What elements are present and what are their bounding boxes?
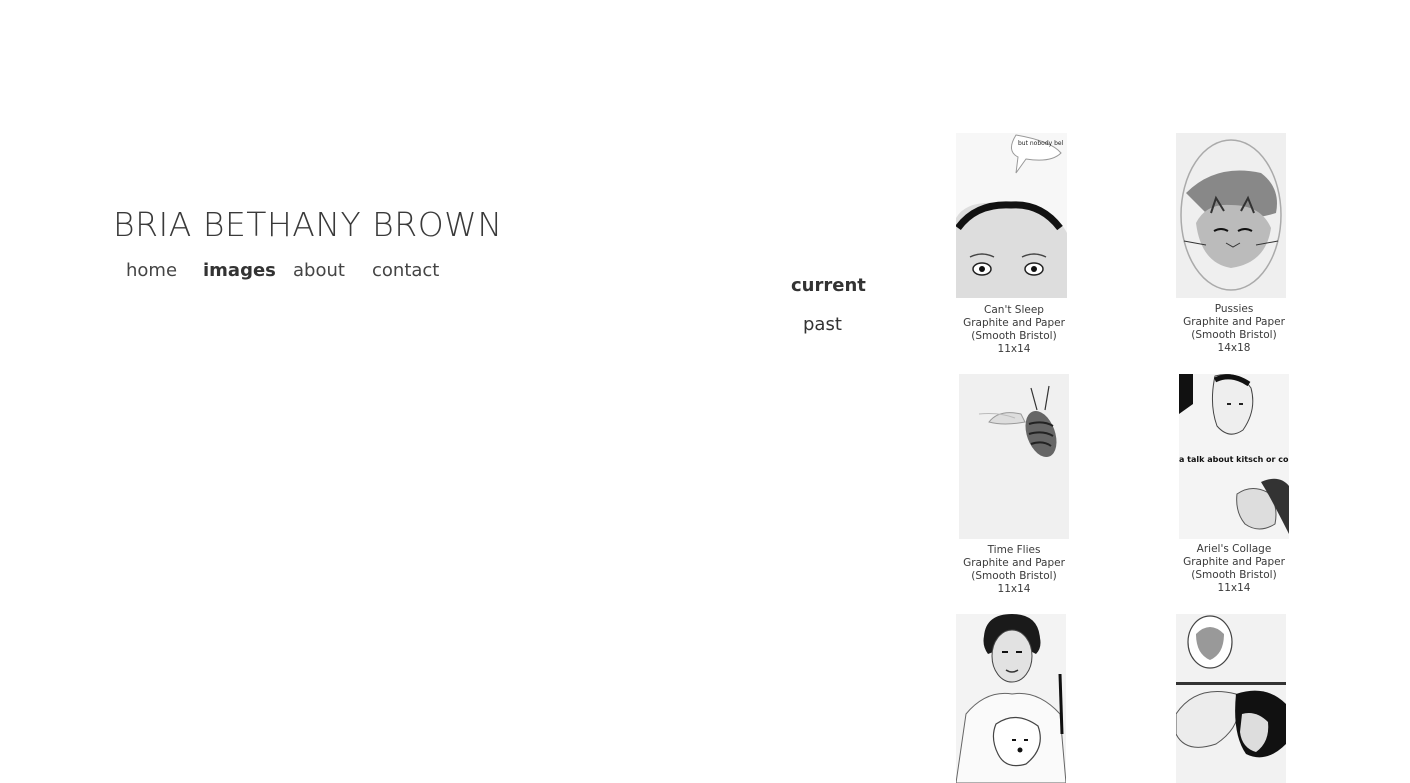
artwork-title: Ariel's Collage: [1196, 543, 1272, 555]
nav-contact[interactable]: contact: [372, 260, 439, 281]
portrait-sketch-image: but nobody bel: [956, 133, 1067, 298]
artwork-thumbnail-ariels-collage[interactable]: a talk about kitsch or co: [1179, 374, 1289, 539]
artwork-paper: (Smooth Bristol): [1191, 329, 1277, 341]
artwork-caption: Can't Sleep Graphite and Paper (Smooth B…: [944, 304, 1084, 356]
artwork-thumbnail-pussies[interactable]: [1176, 133, 1286, 298]
artwork-title: Pussies: [1214, 303, 1254, 315]
site-title: BRIA BETHANY BROWN: [113, 205, 503, 244]
artwork-size: 11x14: [997, 343, 1031, 355]
artwork-medium: Graphite and Paper: [963, 557, 1065, 569]
woman-with-dog-sketch-image: [956, 614, 1066, 783]
artwork-caption: Time Flies Graphite and Paper (Smooth Br…: [944, 544, 1084, 596]
artwork-thumbnail-woman-with-dog[interactable]: [956, 614, 1066, 783]
bee-sketch-image: [959, 374, 1069, 539]
artwork-paper: (Smooth Bristol): [971, 570, 1057, 582]
artwork-text: a talk about kitsch or co: [1179, 455, 1289, 464]
artwork-size: 11x14: [997, 583, 1031, 595]
artwork-caption: Ariel's Collage Graphite and Paper (Smoo…: [1164, 543, 1304, 595]
cat-sketch-image: [1176, 133, 1286, 298]
artwork-thumbnail-time-flies[interactable]: [959, 374, 1069, 539]
artwork-thumbnail-portrait-collage[interactable]: [1176, 614, 1286, 783]
nav-home[interactable]: home: [126, 260, 177, 281]
artwork-text: but nobody bel: [1018, 140, 1064, 147]
artwork-title: Can't Sleep: [984, 304, 1044, 316]
nav-about[interactable]: about: [293, 260, 345, 281]
nav-images[interactable]: images: [203, 260, 276, 281]
artwork-medium: Graphite and Paper: [1183, 316, 1285, 328]
artwork-medium: Graphite and Paper: [963, 317, 1065, 329]
portrait-collage-sketch-image: [1176, 614, 1286, 783]
artwork-paper: (Smooth Bristol): [971, 330, 1057, 342]
artwork-medium: Graphite and Paper: [1183, 556, 1285, 568]
artwork-paper: (Smooth Bristol): [1191, 569, 1277, 581]
artwork-caption: Pussies Graphite and Paper (Smooth Brist…: [1164, 303, 1304, 355]
subnav-current[interactable]: current: [791, 275, 866, 296]
artwork-thumbnail-cant-sleep[interactable]: but nobody bel: [956, 133, 1067, 298]
artwork-title: Time Flies: [987, 544, 1041, 556]
artwork-size: 11x14: [1217, 582, 1251, 594]
collage-sketch-image: a talk about kitsch or co: [1179, 374, 1289, 539]
subnav-past[interactable]: past: [803, 314, 842, 335]
artwork-size: 14x18: [1217, 342, 1251, 354]
